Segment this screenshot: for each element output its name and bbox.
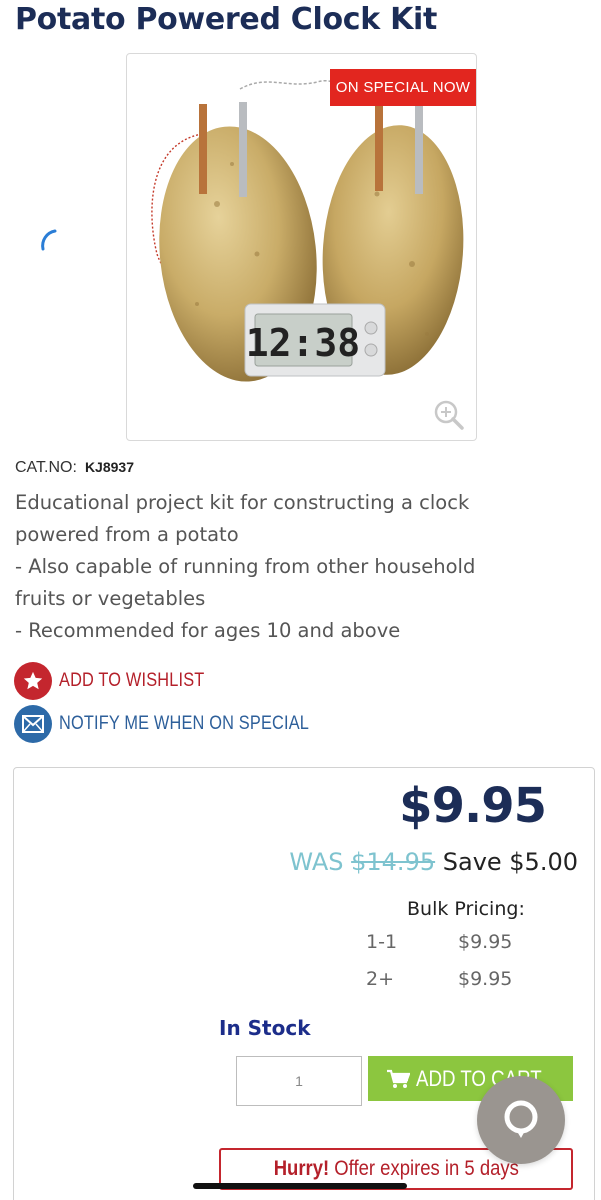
catalog-number: CAT.NO: KJ8937 <box>15 459 134 477</box>
notify-label: NOTIFY ME WHEN ON SPECIAL <box>59 713 310 734</box>
catalog-code: KJ8937 <box>84 459 134 475</box>
bulk-qty: 1-1 <box>366 931 398 953</box>
chat-button[interactable] <box>477 1076 565 1164</box>
wishlist-label: ADD TO WISHLIST <box>59 670 205 691</box>
bulk-pricing-row: 1-1 $9.95 <box>366 931 512 953</box>
notify-special-link[interactable]: NOTIFY ME WHEN ON SPECIAL <box>14 705 350 743</box>
quantity-input[interactable] <box>236 1056 362 1106</box>
bulk-price: $9.95 <box>458 968 513 990</box>
description-line: fruits or vegetables <box>15 587 206 610</box>
catalog-label: CAT.NO: <box>15 459 77 476</box>
description-line: Educational project kit for constructing… <box>15 491 470 514</box>
envelope-icon <box>14 705 52 743</box>
offer-expiry-text: Offer expires in 5 days <box>334 1157 519 1180</box>
cart-icon <box>387 1069 410 1088</box>
description-line: - Recommended for ages 10 and above <box>15 619 401 642</box>
home-indicator <box>193 1183 407 1189</box>
bulk-price: $9.95 <box>458 931 513 953</box>
clock-display: 12:38 <box>246 321 360 365</box>
old-price: $14.95 <box>351 848 436 876</box>
bulk-pricing-title: Bulk Pricing: <box>407 898 525 920</box>
page-title: Potato Powered Clock Kit <box>15 2 438 37</box>
chat-icon <box>504 1100 538 1138</box>
save-amount: Save $5.00 <box>442 848 578 876</box>
product-image[interactable]: 12:38 ON SPECIAL NOW <box>126 53 477 441</box>
bulk-pricing-row: 2+ $9.95 <box>366 968 512 990</box>
loading-spinner-icon <box>41 229 57 251</box>
star-icon <box>14 662 52 700</box>
was-price-row: WAS $14.95 Save $5.00 <box>289 848 578 876</box>
add-to-wishlist-link[interactable]: ADD TO WISHLIST <box>14 662 228 700</box>
zoom-icon[interactable] <box>432 398 466 432</box>
special-badge: ON SPECIAL NOW <box>330 69 476 106</box>
product-description: Educational project kit for constructing… <box>15 487 590 647</box>
description-line: powered from a potato <box>15 523 239 546</box>
bulk-qty: 2+ <box>366 968 395 990</box>
was-label: WAS <box>289 848 344 876</box>
current-price: $9.95 <box>399 778 547 834</box>
hurry-label: Hurry! <box>273 1157 329 1180</box>
potato-clock-illustration: 12:38 <box>151 80 464 382</box>
stock-status: In Stock <box>219 1016 311 1040</box>
description-line: - Also capable of running from other hou… <box>15 555 476 578</box>
